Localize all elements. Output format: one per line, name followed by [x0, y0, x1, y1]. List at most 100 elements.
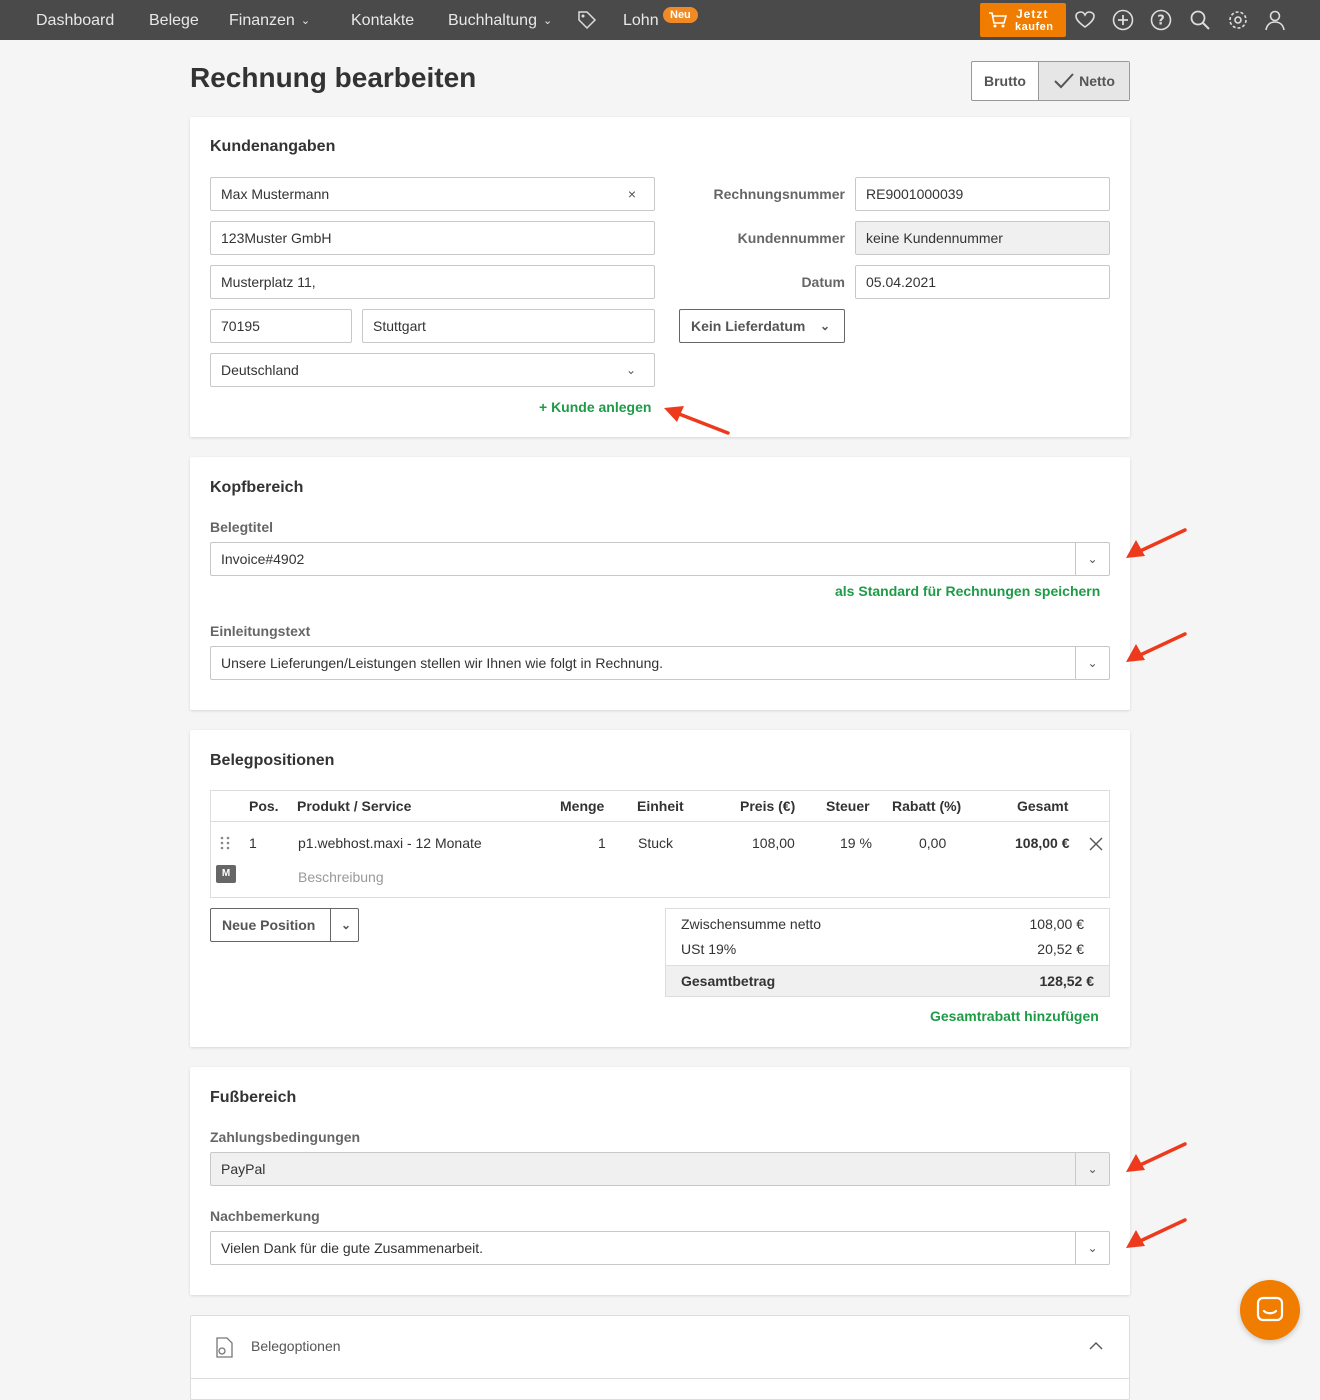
- country-value: Deutschland: [221, 362, 299, 378]
- customer-name-value: Max Mustermann: [221, 186, 330, 202]
- document-options-title: Belegoptionen: [251, 1338, 341, 1354]
- description-placeholder[interactable]: Beschreibung: [298, 869, 384, 885]
- customer-number-label: Kundennummer: [737, 230, 845, 246]
- street-field[interactable]: Musterplatz 11,: [210, 265, 655, 299]
- heart-icon[interactable]: [1074, 9, 1096, 31]
- invoice-number-field[interactable]: RE9001000039: [855, 177, 1110, 211]
- column-header-unit: Einheit: [637, 798, 684, 814]
- date-field[interactable]: 05.04.2021: [855, 265, 1110, 299]
- save-as-default-link[interactable]: als Standard für Rechnungen speichern: [835, 583, 1100, 599]
- header-section-title: Kopfbereich: [210, 479, 304, 496]
- payment-terms-field[interactable]: PayPal ⌄: [210, 1152, 1110, 1186]
- document-options-card[interactable]: Belegoptionen: [190, 1315, 1130, 1400]
- chevron-down-icon[interactable]: ⌄: [1075, 1153, 1109, 1185]
- button-divider: [330, 909, 331, 941]
- column-header-tax: Steuer: [826, 798, 870, 814]
- netto-option[interactable]: Netto: [1039, 62, 1129, 100]
- gear-icon[interactable]: [1227, 9, 1249, 31]
- document-title-value: Invoice#4902: [221, 551, 305, 567]
- svg-text:?: ?: [1157, 14, 1165, 29]
- row-discount[interactable]: 0,00: [919, 835, 946, 851]
- chat-launcher-button[interactable]: [1240, 1280, 1300, 1340]
- customer-name-field[interactable]: Max Mustermann ×: [210, 177, 655, 211]
- invoice-number-label: Rechnungsnummer: [713, 186, 845, 202]
- chevron-up-icon[interactable]: [1089, 1341, 1103, 1351]
- tax-label: USt 19%: [681, 941, 737, 957]
- footer-section-card: Fußbereich Zahlungsbedingungen PayPal ⌄ …: [190, 1067, 1130, 1295]
- tag-icon[interactable]: [576, 9, 598, 31]
- nav-kontakte[interactable]: Kontakte: [351, 0, 414, 40]
- buy-now-line1: Jetzt: [1016, 7, 1049, 21]
- header-section-card: Kopfbereich Belegtitel Invoice#4902 ⌄ al…: [190, 457, 1130, 710]
- chevron-down-icon[interactable]: ⌄: [1075, 647, 1109, 679]
- customer-number-field: keine Kundennummer: [855, 221, 1110, 255]
- company-field[interactable]: 123Muster GmbH: [210, 221, 655, 255]
- closing-note-value: Vielen Dank für die gute Zusammenarbeit.: [221, 1240, 483, 1256]
- intro-text-label: Einleitungstext: [210, 623, 311, 639]
- intro-text-value: Unsere Lieferungen/Leistungen stellen wi…: [221, 655, 664, 671]
- add-total-discount-link[interactable]: Gesamtrabatt hinzufügen: [930, 1008, 1099, 1024]
- user-icon[interactable]: [1264, 9, 1286, 31]
- search-icon[interactable]: [1189, 9, 1211, 31]
- clear-icon[interactable]: ×: [628, 178, 636, 210]
- brutto-option[interactable]: Brutto: [972, 62, 1039, 100]
- date-label: Datum: [801, 274, 845, 290]
- chevron-down-icon[interactable]: ⌄: [341, 909, 351, 941]
- intro-text-field[interactable]: Unsere Lieferungen/Leistungen stellen wi…: [210, 646, 1110, 680]
- city-field[interactable]: Stuttgart: [362, 309, 655, 343]
- row-unit[interactable]: Stuck: [638, 835, 673, 851]
- country-select[interactable]: Deutschland ⌄: [210, 353, 655, 387]
- chevron-down-icon: ⌄: [625, 363, 636, 377]
- payment-terms-value: PayPal: [221, 1161, 266, 1177]
- column-header-total: Gesamt: [1017, 798, 1069, 814]
- nav-lohn[interactable]: Lohn: [623, 0, 659, 40]
- grand-total-value: 128,52 €: [1039, 973, 1095, 989]
- nav-belege[interactable]: Belege: [149, 0, 199, 40]
- brutto-netto-toggle: Brutto Netto: [971, 61, 1130, 101]
- closing-note-field[interactable]: Vielen Dank für die gute Zusammenarbeit.…: [210, 1231, 1110, 1265]
- chevron-down-icon[interactable]: ⌄: [1075, 1232, 1109, 1264]
- nav-buchhaltung[interactable]: Buchhaltung ⌄: [448, 0, 552, 40]
- add-customer-link[interactable]: + Kunde anlegen: [539, 399, 651, 415]
- subtotal-row: Zwischensumme netto 108,00 €: [681, 916, 1096, 932]
- grand-total-label: Gesamtbetrag: [681, 973, 776, 989]
- nav-buchhaltung-label: Buchhaltung: [448, 12, 537, 29]
- subtotal-value: 108,00 €: [1029, 916, 1085, 932]
- buy-now-line2: kaufen: [1015, 21, 1054, 33]
- delivery-date-dropdown[interactable]: Kein Lieferdatum ⌄: [679, 309, 845, 343]
- chevron-down-icon: ⌄: [542, 15, 553, 27]
- help-icon[interactable]: ?: [1150, 9, 1172, 31]
- netto-label: Netto: [1079, 73, 1115, 89]
- table-header: Pos. Produkt / Service Menge Einheit Pre…: [211, 791, 1109, 822]
- cart-icon: [989, 12, 1008, 28]
- row-price[interactable]: 108,00: [752, 835, 795, 851]
- nav-finanzen[interactable]: Finanzen ⌄: [229, 0, 310, 40]
- closing-note-label: Nachbemerkung: [210, 1208, 320, 1224]
- delete-row-icon[interactable]: [1089, 837, 1103, 851]
- annotation-arrow-icon: [1126, 1142, 1187, 1172]
- divider: [191, 1378, 1129, 1379]
- plus-circle-icon[interactable]: [1112, 9, 1134, 31]
- nav-finanzen-label: Finanzen: [229, 12, 295, 29]
- new-badge: Neu: [663, 7, 698, 23]
- annotation-arrow-icon: [1126, 1218, 1187, 1248]
- grand-total-row: Gesamtbetrag 128,52 €: [666, 965, 1109, 996]
- nav-dashboard[interactable]: Dashboard: [36, 0, 114, 40]
- top-navigation: Dashboard Belege Finanzen ⌄ Kontakte Buch…: [0, 0, 1320, 40]
- new-position-button[interactable]: Neue Position ⌄: [210, 908, 359, 942]
- zip-field[interactable]: 70195: [210, 309, 352, 343]
- column-header-quantity: Menge: [560, 798, 605, 814]
- drag-handle-icon[interactable]: [220, 836, 230, 850]
- buy-now-button[interactable]: Jetzt kaufen: [980, 3, 1066, 37]
- row-tax[interactable]: 19 %: [840, 835, 872, 851]
- chevron-down-icon[interactable]: ⌄: [1075, 543, 1109, 575]
- document-title-field[interactable]: Invoice#4902 ⌄: [210, 542, 1110, 576]
- delivery-date-label: Kein Lieferdatum: [691, 318, 806, 334]
- row-product[interactable]: p1.webhost.maxi - 12 Monate: [298, 835, 482, 851]
- line-items-title: Belegpositionen: [210, 752, 335, 769]
- row-pos: 1: [249, 835, 257, 851]
- customer-section-title: Kundenangaben: [210, 138, 336, 155]
- position-type-badge: M: [216, 865, 236, 883]
- annotation-arrow-icon: [1126, 528, 1187, 558]
- row-quantity[interactable]: 1: [598, 835, 606, 851]
